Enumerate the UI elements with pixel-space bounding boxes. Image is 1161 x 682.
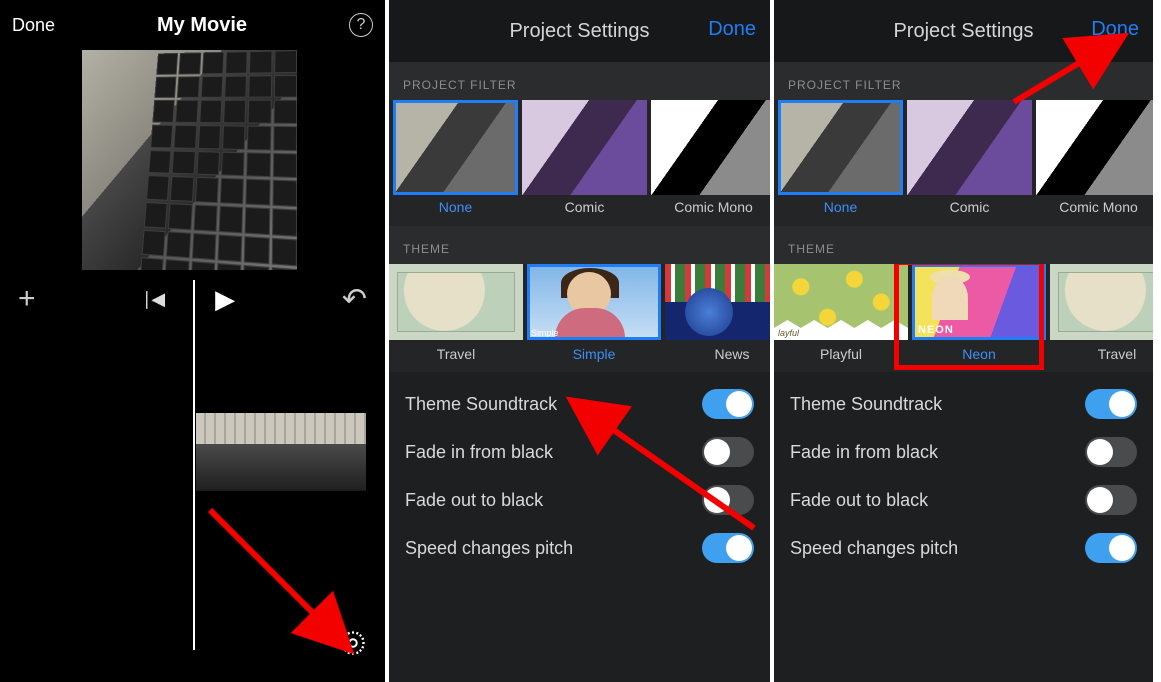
- settings-pane-simple: Project Settings Done PROJECT FILTER Non…: [389, 0, 774, 682]
- play-button[interactable]: ▶: [215, 284, 235, 315]
- settings-done-button[interactable]: Done: [708, 18, 756, 41]
- editor-header: Done My Movie ?: [0, 0, 385, 50]
- timeline-playhead[interactable]: [193, 280, 195, 650]
- annotation-arrow: [599, 418, 769, 548]
- editor-pane: Done My Movie ? + ∣◀ ▶ ↶: [0, 0, 389, 682]
- settings-pane-neon: Project Settings Done PROJECT FILTER Non…: [774, 0, 1157, 682]
- theme-list[interactable]: layful Playful NEON Neon Travel: [774, 264, 1153, 372]
- filter-none[interactable]: None: [778, 100, 903, 220]
- filter-list[interactable]: None Comic Comic Mono Ink: [389, 100, 770, 226]
- theme-travel[interactable]: Travel: [1050, 264, 1153, 366]
- settings-title: Project Settings: [509, 20, 649, 43]
- settings-title: Project Settings: [893, 20, 1033, 43]
- theme-list[interactable]: Travel Simple Simple News: [389, 264, 770, 372]
- filter-comic[interactable]: Comic: [522, 100, 647, 220]
- filter-list[interactable]: None Comic Comic Mono Ink: [774, 100, 1153, 226]
- toggle-theme-soundtrack[interactable]: Theme Soundtrack: [790, 380, 1137, 428]
- undo-button[interactable]: ↶: [342, 282, 367, 317]
- video-preview: [82, 50, 297, 270]
- filter-section-label: PROJECT FILTER: [389, 62, 770, 100]
- theme-neon[interactable]: NEON Neon: [912, 264, 1046, 366]
- theme-news[interactable]: News: [665, 264, 770, 366]
- editor-done-button[interactable]: Done: [12, 15, 55, 36]
- filter-none[interactable]: None: [393, 100, 518, 220]
- settings-header: Project Settings Done: [389, 0, 770, 62]
- toggle-speed-pitch[interactable]: Speed changes pitch: [790, 524, 1137, 572]
- theme-section-label: THEME: [774, 226, 1153, 264]
- toggle-fade-out[interactable]: Fade out to black: [790, 476, 1137, 524]
- annotation-arrow: [210, 510, 380, 680]
- help-icon[interactable]: ?: [349, 13, 373, 37]
- project-title: My Movie: [157, 14, 247, 37]
- timeline-clip[interactable]: [196, 413, 366, 491]
- skip-back-button[interactable]: ∣◀: [142, 289, 165, 310]
- add-media-button[interactable]: +: [18, 282, 36, 316]
- annotation-arrow: [1014, 30, 1154, 110]
- theme-section-label: THEME: [389, 226, 770, 264]
- filter-comic[interactable]: Comic: [907, 100, 1032, 220]
- filter-comic-mono[interactable]: Comic Mono: [651, 100, 774, 220]
- filter-comic-mono[interactable]: Comic Mono: [1036, 100, 1157, 220]
- theme-travel[interactable]: Travel: [389, 264, 523, 366]
- toggle-list: Theme Soundtrack Fade in from black Fade…: [774, 372, 1153, 580]
- theme-simple[interactable]: Simple Simple: [527, 264, 661, 366]
- toggle-fade-in[interactable]: Fade in from black: [790, 428, 1137, 476]
- theme-playful[interactable]: layful Playful: [774, 264, 908, 366]
